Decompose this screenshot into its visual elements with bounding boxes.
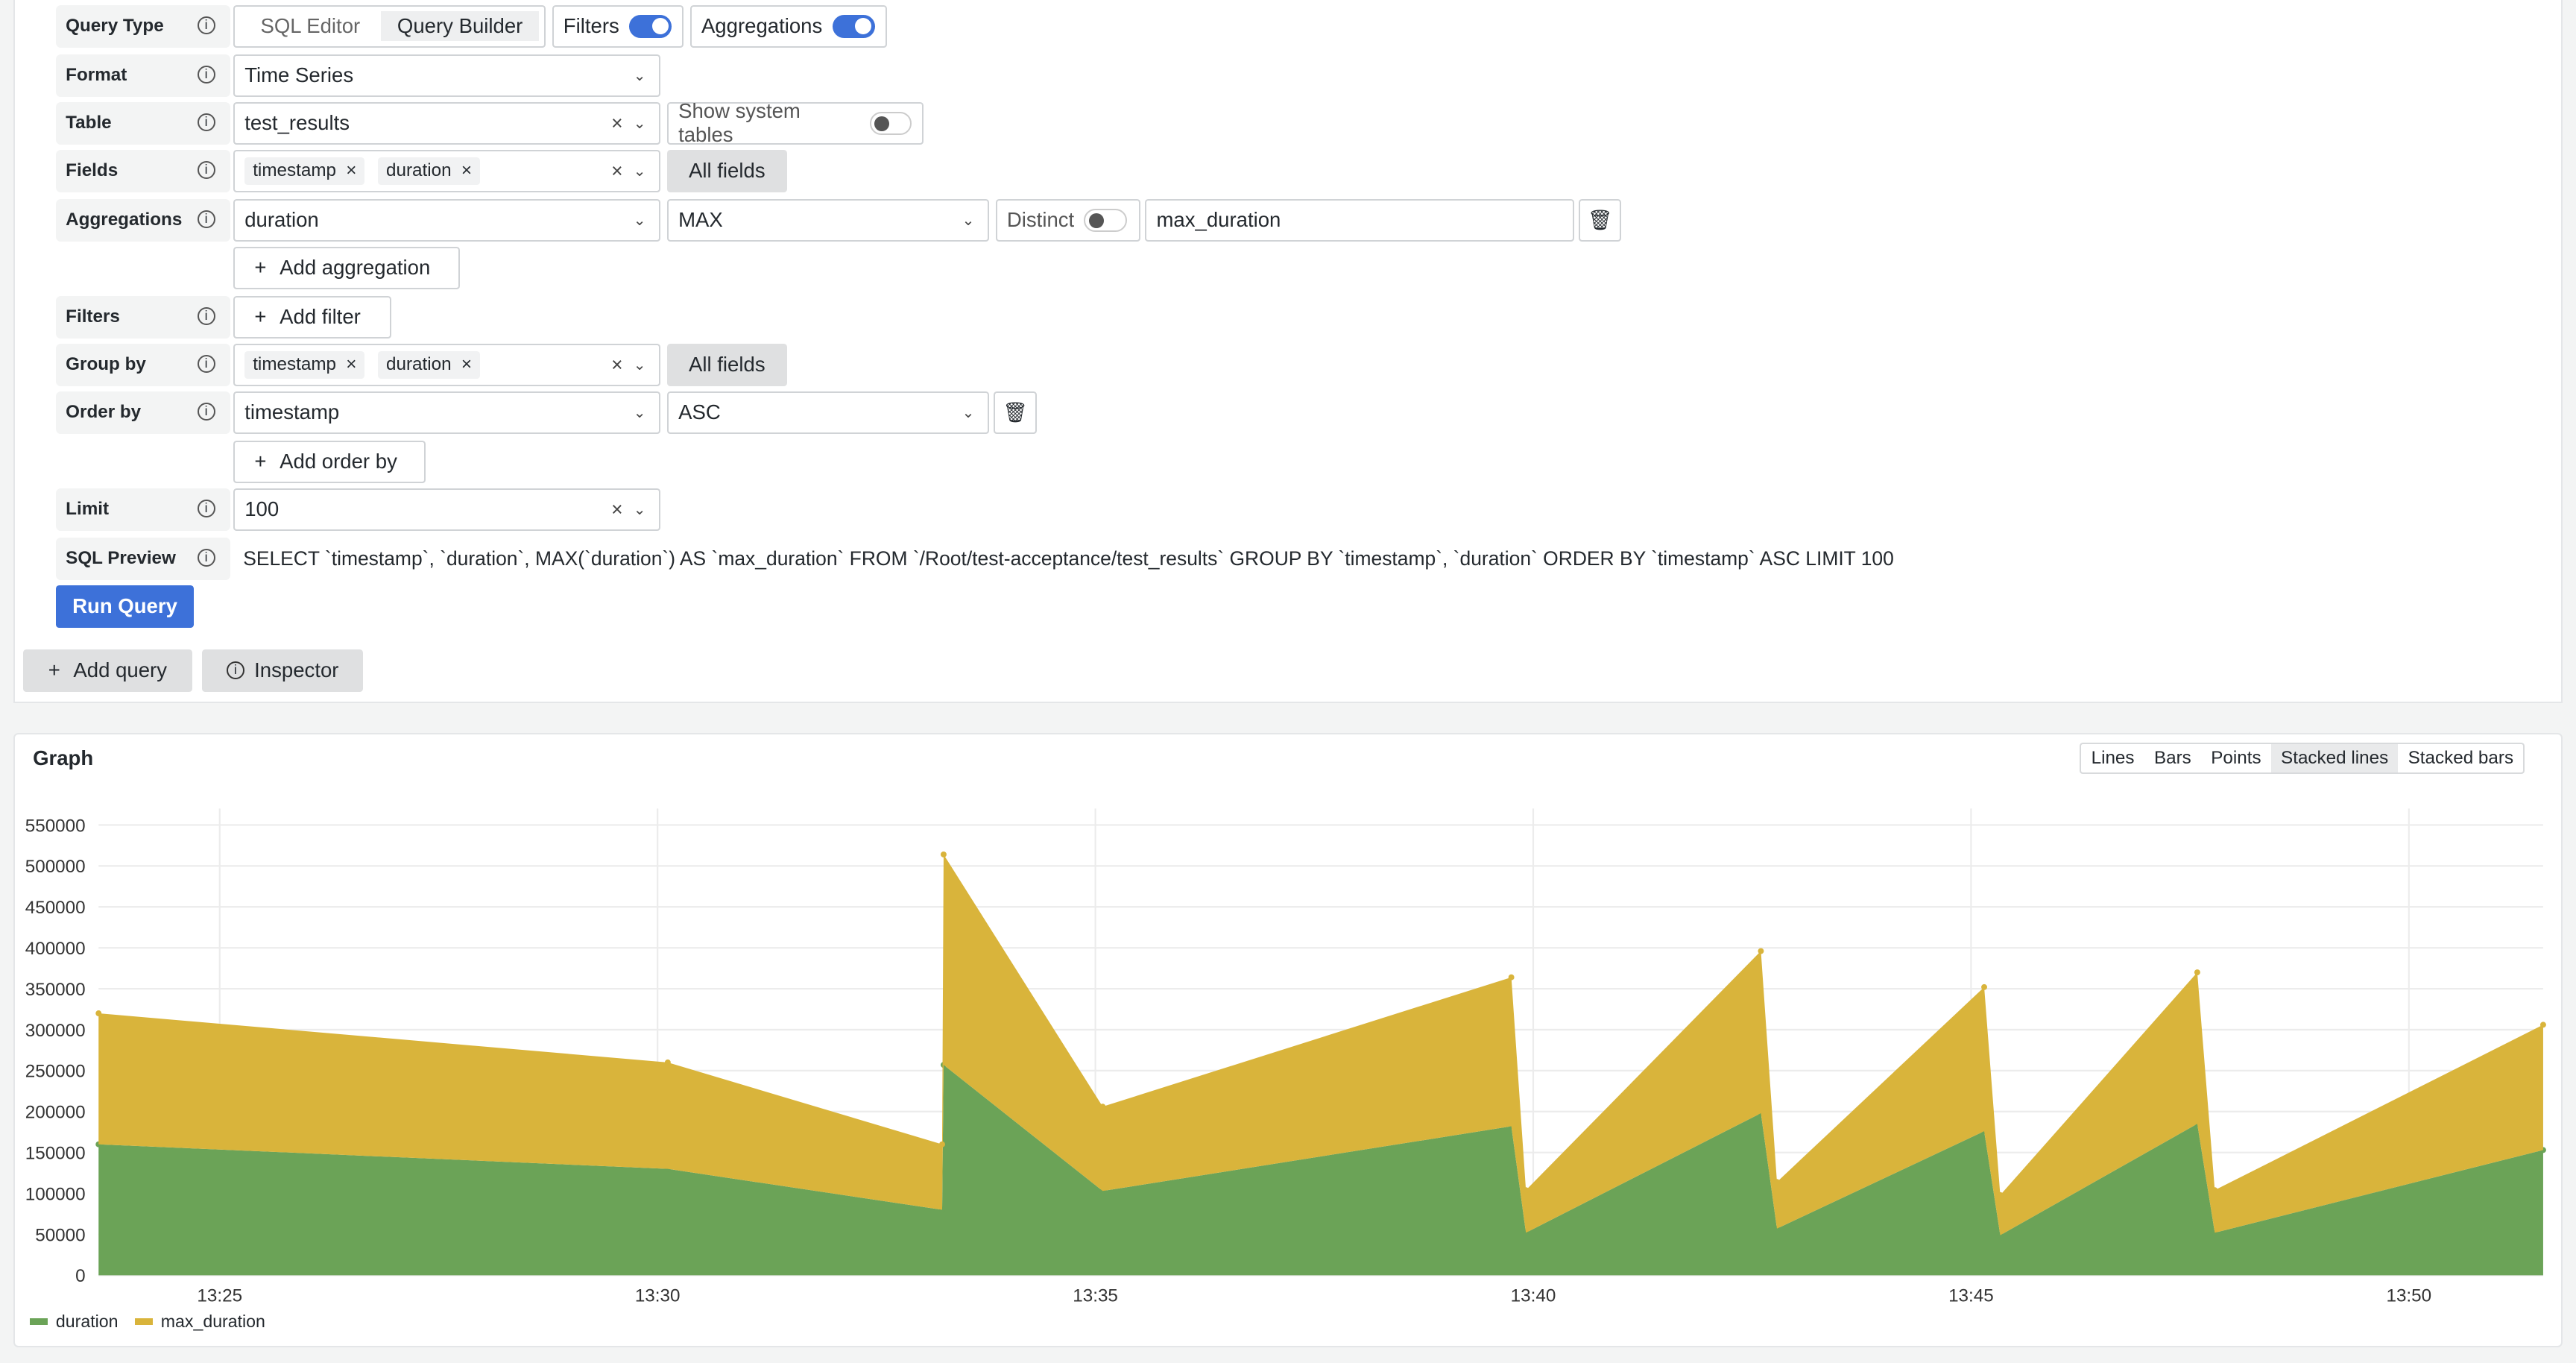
y-tick-label: 150000 — [25, 1143, 86, 1163]
x-tick-label: 13:30 — [635, 1286, 681, 1306]
x-tick-label: 13:25 — [197, 1286, 242, 1306]
data-point-max-duration — [1774, 1179, 1780, 1186]
y-tick-label: 350000 — [25, 980, 86, 1000]
data-point-max-duration — [2539, 1022, 2546, 1028]
y-tick-label: 450000 — [25, 898, 86, 918]
data-point-max-duration — [1997, 1192, 2004, 1198]
x-tick-label: 13:45 — [1948, 1286, 1994, 1306]
y-tick-label: 250000 — [25, 1062, 86, 1082]
y-tick-label: 0 — [75, 1266, 85, 1286]
stacked-area-chart: 0 50000 100000 150000 200000 250000 300000 3500… — [25, 808, 2546, 1306]
legend-swatch — [134, 1318, 153, 1325]
data-point-max-duration — [1508, 974, 1515, 980]
x-tick-label: 13:35 — [1073, 1286, 1118, 1306]
data-point-max-duration — [1523, 1187, 1530, 1194]
data-point-max-duration — [664, 1059, 671, 1065]
y-tick-label: 500000 — [25, 857, 86, 877]
x-tick-label: 13:50 — [2386, 1286, 2431, 1306]
data-point-max-duration — [939, 1141, 945, 1148]
legend-item-duration[interactable]: duration — [29, 1311, 119, 1332]
data-point-max-duration — [1981, 983, 1987, 990]
x-tick-label: 13:40 — [1511, 1286, 1556, 1306]
legend-label: duration — [55, 1311, 119, 1331]
y-tick-label: 50000 — [35, 1225, 85, 1245]
y-tick-label: 300000 — [25, 1021, 86, 1041]
data-point-max-duration — [2194, 969, 2200, 976]
legend-item-max-duration[interactable]: max_duration — [134, 1311, 265, 1332]
legend-swatch — [29, 1318, 48, 1325]
data-point-max-duration — [1758, 948, 1764, 954]
data-point-max-duration — [1099, 1104, 1106, 1110]
data-point-max-duration — [95, 1010, 102, 1016]
y-tick-label: 400000 — [25, 939, 86, 959]
chart-legend: duration max_duration — [29, 1311, 265, 1332]
data-point-max-duration — [940, 852, 947, 857]
y-tick-label: 200000 — [25, 1103, 86, 1123]
legend-label: max_duration — [160, 1311, 265, 1331]
y-tick-label: 550000 — [25, 816, 86, 836]
y-tick-label: 100000 — [25, 1184, 86, 1204]
data-point-max-duration — [2212, 1187, 2218, 1194]
